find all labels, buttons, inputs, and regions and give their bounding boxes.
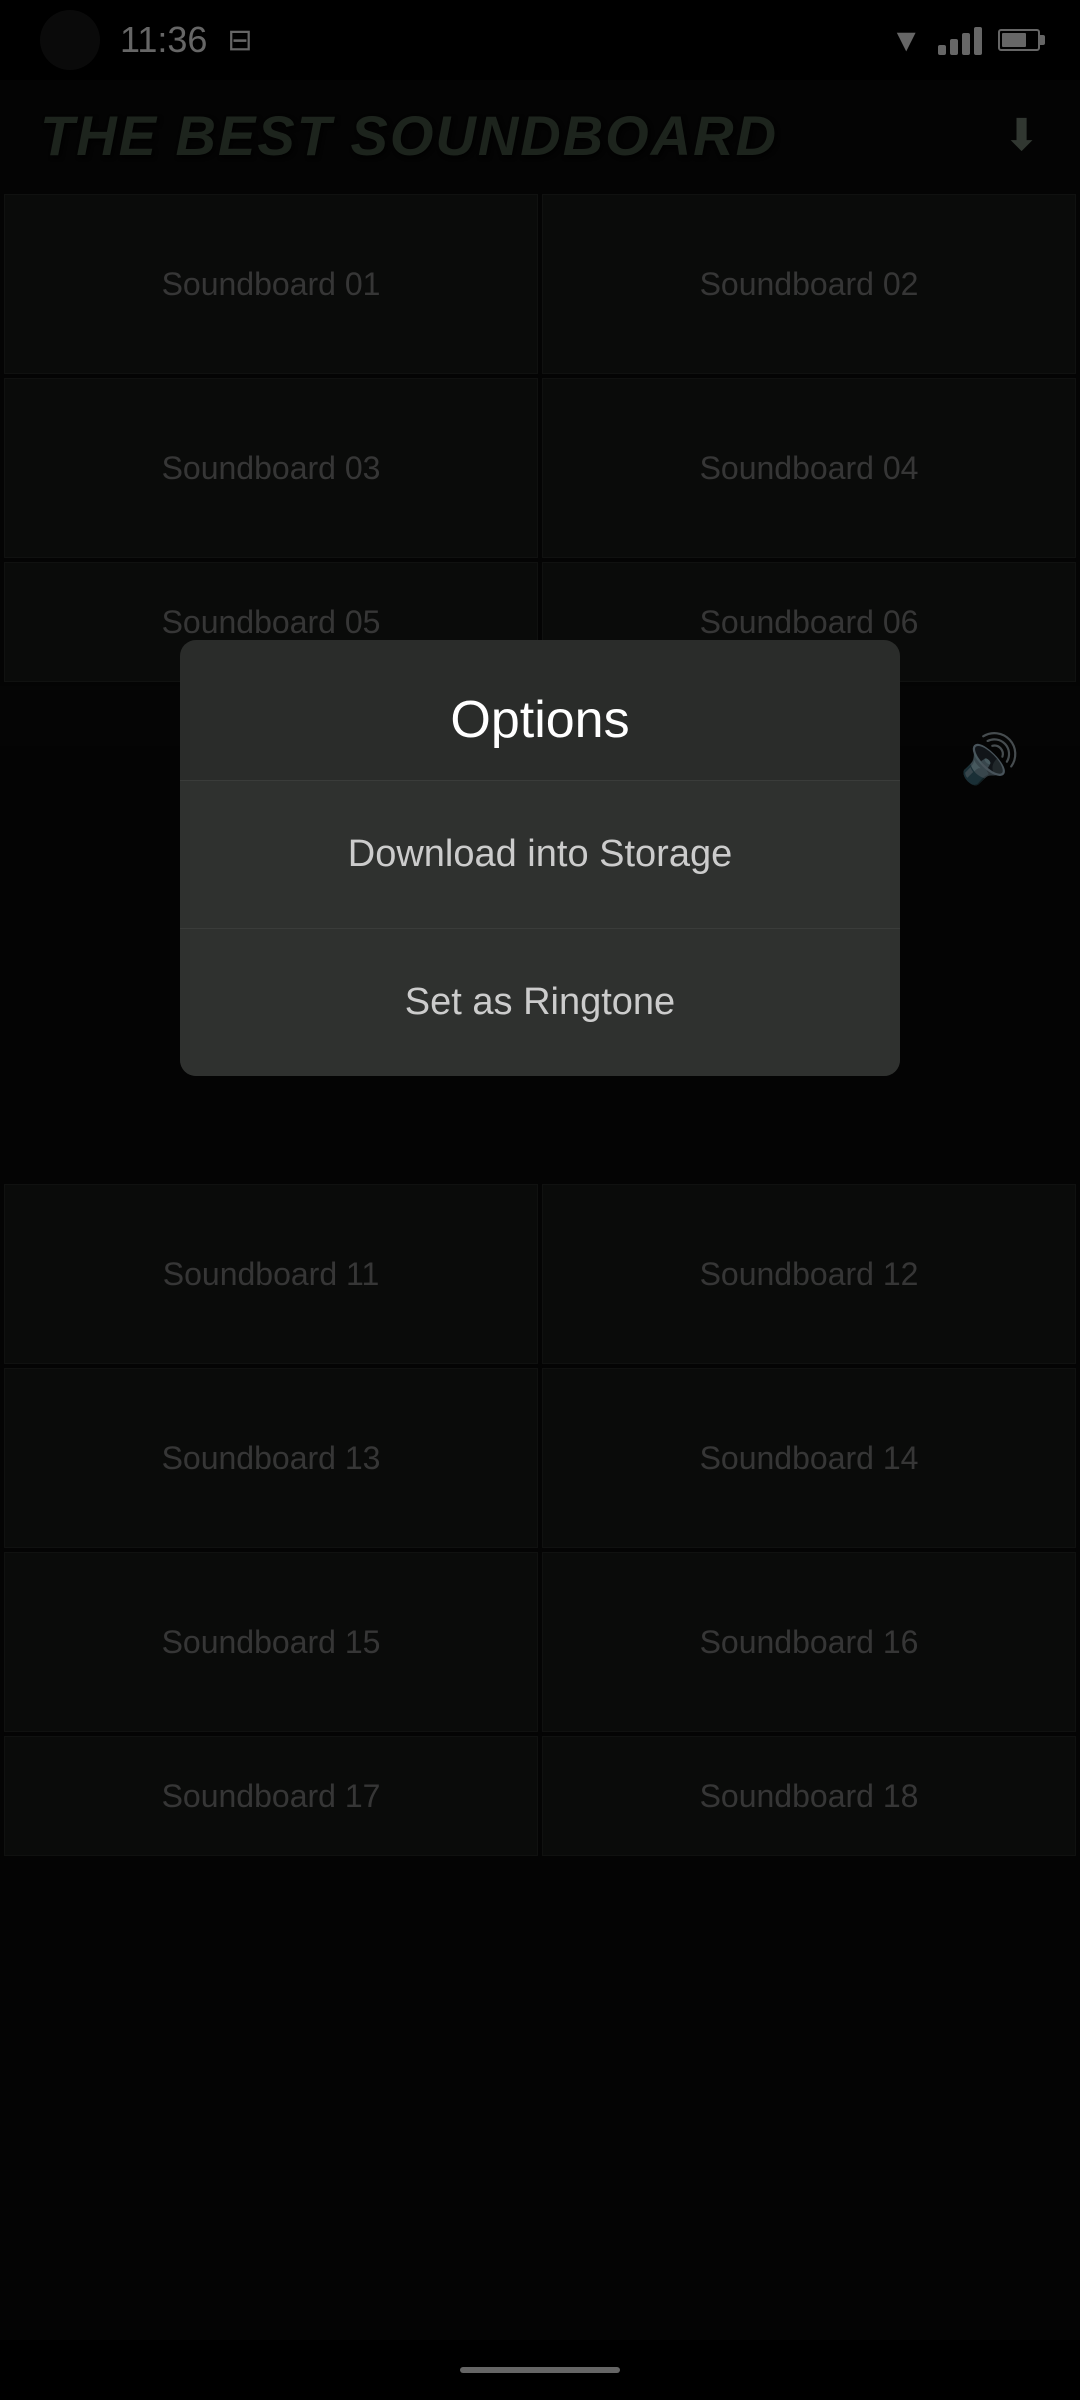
set-ringtone-button[interactable]: Set as Ringtone	[180, 929, 900, 1076]
dialog-title: Options	[450, 691, 629, 749]
options-dialog: Options Download into Storage Set as Rin…	[180, 640, 900, 1076]
overlay[interactable]: Options Download into Storage Set as Rin…	[0, 0, 1080, 2400]
dialog-title-area: Options	[180, 640, 900, 781]
download-storage-button[interactable]: Download into Storage	[180, 781, 900, 929]
